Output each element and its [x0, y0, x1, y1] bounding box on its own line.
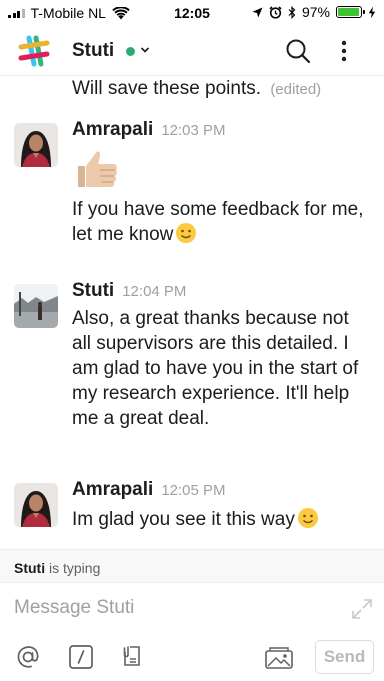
edited-label: (edited) [270, 81, 322, 98]
message-text: Im glad you see it this way [72, 509, 295, 530]
timestamp[interactable]: 12:03 PM [161, 122, 225, 139]
battery-icon [336, 6, 365, 18]
message-input[interactable] [14, 597, 334, 619]
timestamp[interactable]: 12:04 PM [122, 283, 186, 300]
author-name[interactable]: Amrapali [72, 479, 153, 500]
slack-logo-icon[interactable] [17, 34, 51, 68]
message-body: If you have some feedback for me, let me… [72, 197, 372, 247]
slash-command-icon[interactable] [67, 643, 95, 671]
typing-user: Stuti [14, 560, 46, 576]
thumbs-up-icon [78, 151, 118, 187]
previous-message-text: Will save these points. [72, 78, 262, 99]
author-name[interactable]: Stuti [72, 280, 114, 301]
status-right: 97% [252, 4, 376, 20]
slightly-smiling-face-icon [176, 223, 197, 243]
previous-message[interactable]: Will save these points. (edited) [72, 78, 321, 100]
battery-percent: 97% [301, 4, 330, 20]
message-composer: Send [0, 583, 384, 681]
status-bar: T-Mobile NL 12:05 97% [0, 0, 384, 26]
message-text: Also, a great thanks because not all sup… [72, 308, 359, 429]
message-header: Stuti 12:04 PM [72, 280, 186, 302]
avatar-amrapali[interactable] [14, 123, 58, 167]
author-name[interactable]: Amrapali [72, 119, 153, 140]
bluetooth-icon [288, 5, 296, 19]
presence-indicator [126, 47, 135, 56]
timestamp[interactable]: 12:05 PM [161, 482, 225, 499]
slightly-smiling-face-icon [297, 508, 318, 528]
photo-icon[interactable] [264, 643, 294, 671]
expand-icon[interactable] [350, 597, 374, 621]
typing-text: is typing [49, 560, 101, 576]
channel-name[interactable]: Stuti [72, 40, 114, 62]
chevron-down-icon[interactable] [140, 42, 150, 56]
more-vertical-icon[interactable] [336, 37, 352, 65]
message-list[interactable]: Will save these points. (edited) Amrapal… [0, 77, 384, 549]
message-body: Im glad you see it this way [72, 507, 372, 532]
avatar-stuti[interactable] [14, 284, 58, 328]
file-icon[interactable] [118, 643, 146, 671]
location-arrow-icon [252, 7, 263, 17]
message-text: If you have some feedback for me, let me… [72, 199, 364, 245]
message-header: Amrapali 12:05 PM [72, 479, 226, 501]
message-header: Amrapali 12:03 PM [72, 119, 226, 141]
channel-header: Stuti [0, 26, 384, 76]
charging-bolt-icon [368, 6, 376, 18]
mention-icon[interactable] [14, 643, 42, 671]
alarm-icon [269, 5, 282, 19]
avatar-amrapali[interactable] [14, 483, 58, 527]
send-button[interactable]: Send [315, 640, 374, 674]
typing-indicator: Stuti is typing [0, 549, 384, 583]
search-icon[interactable] [284, 37, 312, 65]
